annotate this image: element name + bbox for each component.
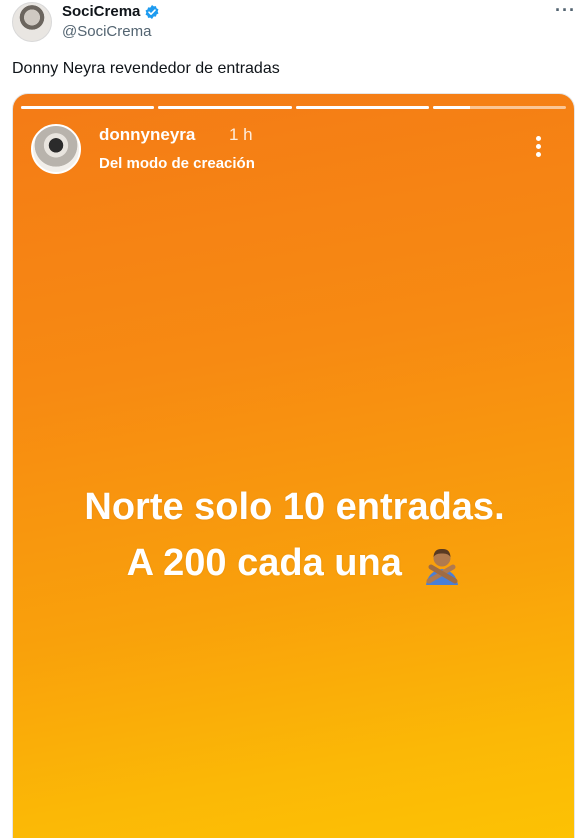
story-subtitle: Del modo de creación — [99, 155, 255, 172]
story-username[interactable]: donnyneyra — [99, 125, 195, 145]
progress-fill — [21, 106, 155, 109]
tweet-text: Donny Neyra revendedor de entradas — [12, 60, 280, 77]
author-name[interactable]: SociCrema — [62, 3, 140, 20]
story-text-line-1: Norte solo 10 entradas. — [13, 486, 574, 529]
story-avatar[interactable] — [31, 124, 81, 174]
progress-segment — [158, 106, 292, 109]
story-progress-bar — [21, 106, 566, 109]
progress-segment — [21, 106, 155, 109]
tweet-header: SociCrema @SociCrema ··· — [0, 0, 588, 60]
story-line-1-text: Norte solo 10 entradas. — [84, 486, 505, 528]
progress-fill — [158, 106, 292, 109]
progress-fill — [432, 106, 471, 109]
person-gesturing-no-icon — [426, 548, 459, 585]
author-handle[interactable]: @SociCrema — [62, 23, 151, 40]
story-image[interactable]: donnyneyra 1 h Del modo de creación Nort… — [12, 93, 575, 838]
more-options-icon[interactable]: ··· — [555, 0, 576, 21]
story-line-2-text: A 200 cada una — [126, 542, 402, 584]
progress-segment — [295, 106, 429, 109]
progress-fill — [295, 106, 429, 109]
story-more-icon[interactable] — [531, 136, 545, 162]
story-text-line-2: A 200 cada una — [13, 542, 574, 585]
story-time: 1 h — [229, 125, 253, 144]
progress-segment — [432, 106, 566, 109]
verified-badge-icon — [145, 5, 159, 19]
author-avatar[interactable] — [12, 2, 52, 42]
